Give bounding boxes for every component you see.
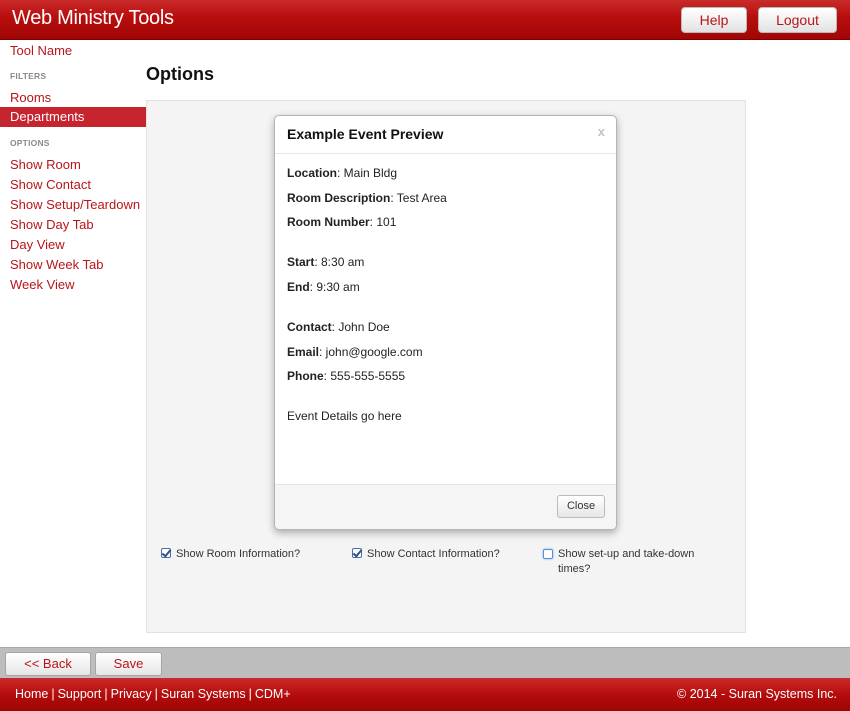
footer-separator: | xyxy=(154,687,158,701)
sidebar-item-show-setup-teardown[interactable]: Show Setup/Teardown xyxy=(10,197,140,212)
phone-value: : 555-555-5555 xyxy=(323,369,406,383)
save-button[interactable]: Save xyxy=(95,652,162,676)
end-value: : 9:30 am xyxy=(309,280,360,294)
end-field: End: 9:30 am xyxy=(287,280,360,294)
footer-links: Home | Support | Privacy | Suran Systems | CDM+ xyxy=(15,687,291,701)
copyright-text: © 2014 - Suran Systems Inc. xyxy=(677,687,837,701)
sidebar-item-show-week-tab[interactable]: Show Week Tab xyxy=(10,257,103,272)
sidebar-item-show-contact[interactable]: Show Contact xyxy=(10,177,91,192)
top-header-bar: Web Ministry Tools Help Logout xyxy=(0,0,850,40)
email-field: Email: john@google.com xyxy=(287,345,423,359)
show-room-info-checkbox[interactable] xyxy=(161,548,171,558)
show-contact-info-label: Show Contact Information? xyxy=(367,548,500,560)
sidebar-item-week-view[interactable]: Week View xyxy=(10,277,75,292)
phone-label: Phone xyxy=(287,369,324,383)
sidebar-item-rooms[interactable]: Rooms xyxy=(10,90,51,105)
show-room-info-label: Show Room Information? xyxy=(176,548,301,560)
show-setup-times-checkbox[interactable] xyxy=(543,549,553,559)
end-label: End xyxy=(287,280,310,294)
back-button[interactable]: << Back xyxy=(5,652,91,676)
phone-field: Phone: 555-555-5555 xyxy=(287,369,405,383)
room-number-label: Room Number xyxy=(287,215,370,229)
modal-header: Example Event Preview x xyxy=(275,116,616,154)
room-description-field: Room Description: Test Area xyxy=(287,191,447,205)
contact-field: Contact: John Doe xyxy=(287,320,390,334)
close-icon[interactable]: x xyxy=(598,124,605,139)
modal-title: Example Event Preview xyxy=(287,126,444,142)
email-label: Email xyxy=(287,345,320,359)
location-field: Location: Main Bldg xyxy=(287,166,397,180)
show-setup-times-label-line2: times? xyxy=(558,563,591,575)
room-description-label: Room Description xyxy=(287,191,391,205)
room-number-value: : 101 xyxy=(369,215,397,229)
modal-close-button[interactable]: Close xyxy=(557,495,605,518)
start-field: Start: 8:30 am xyxy=(287,255,364,269)
event-preview-modal: Example Event Preview x Location: Main B… xyxy=(274,115,617,530)
start-value: : 8:30 am xyxy=(314,255,365,269)
sidebar-item-departments[interactable]: Departments xyxy=(0,107,146,127)
options-heading: OPTIONS xyxy=(10,138,50,148)
location-label: Location xyxy=(287,166,337,180)
sidebar-tool-name[interactable]: Tool Name xyxy=(10,43,72,58)
contact-label: Contact xyxy=(287,320,332,334)
location-value: : Main Bldg xyxy=(337,166,398,180)
filters-heading: FILTERS xyxy=(10,71,47,81)
footer-separator: | xyxy=(248,687,252,701)
footer-bar: Home | Support | Privacy | Suran Systems | CDM+ … xyxy=(0,678,850,711)
footer-link-cdm[interactable]: CDM+ xyxy=(255,687,291,701)
email-value: : john@google.com xyxy=(319,345,423,359)
show-contact-info-checkbox[interactable] xyxy=(352,548,362,558)
app-brand: Web Ministry Tools xyxy=(12,7,174,29)
footer-separator: | xyxy=(104,687,108,701)
action-bar: << Back Save xyxy=(0,647,850,678)
footer-separator: | xyxy=(51,687,55,701)
show-setup-times-label-line1: Show set-up and take-down xyxy=(558,548,695,560)
event-details: Event Details go here xyxy=(287,409,402,423)
sidebar-item-day-view[interactable]: Day View xyxy=(10,237,65,252)
start-label: Start xyxy=(287,255,315,269)
logout-button[interactable]: Logout xyxy=(758,7,837,33)
footer-link-home[interactable]: Home xyxy=(15,687,48,701)
room-number-field: Room Number: 101 xyxy=(287,215,396,229)
room-description-value: : Test Area xyxy=(390,191,447,205)
footer-link-support[interactable]: Support xyxy=(58,687,102,701)
footer-link-suran-systems[interactable]: Suran Systems xyxy=(161,687,246,701)
contact-value: : John Doe xyxy=(331,320,390,334)
modal-footer: Close xyxy=(275,484,616,529)
page-title: Options xyxy=(146,64,214,84)
footer-link-privacy[interactable]: Privacy xyxy=(111,687,152,701)
sidebar-item-show-room[interactable]: Show Room xyxy=(10,157,81,172)
sidebar-item-show-day-tab[interactable]: Show Day Tab xyxy=(10,217,94,232)
help-button[interactable]: Help xyxy=(681,7,747,33)
